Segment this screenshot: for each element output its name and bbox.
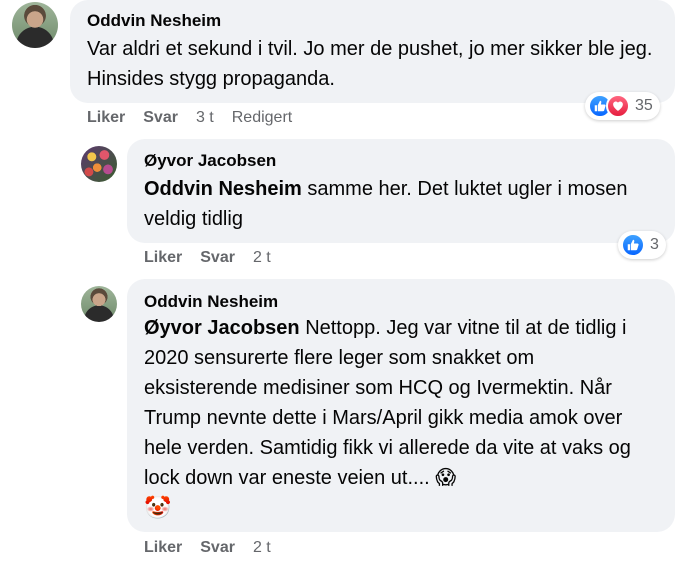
comment-bubble: Oddvin Nesheim Øyvor Jacobsen Nettopp. J… <box>127 279 675 532</box>
comment-actions: Liker Svar 2 t <box>144 249 289 267</box>
reaction-count: 35 <box>635 97 653 114</box>
avatar[interactable] <box>81 146 117 182</box>
love-icon <box>606 94 630 118</box>
comment-text: Øyvor Jacobsen Nettopp. Jeg var vitne ti… <box>144 313 649 493</box>
like-button[interactable]: Liker <box>144 249 182 267</box>
reactions-summary[interactable]: 3 <box>618 231 666 259</box>
reply-button[interactable]: Svar <box>143 109 178 127</box>
comment-author[interactable]: Oddvin Nesheim <box>87 11 221 31</box>
comment-bubble: Øyvor Jacobsen Oddvin Nesheim samme her.… <box>127 139 675 243</box>
clown-face-emoji: 🤡 <box>144 495 172 520</box>
avatar[interactable] <box>81 286 117 322</box>
mention-link[interactable]: Oddvin Nesheim <box>144 178 302 200</box>
comment-text: Var aldri et sekund i tvil. Jo mer de pu… <box>87 38 653 90</box>
mention-link[interactable]: Øyvor Jacobsen <box>144 317 300 339</box>
timestamp[interactable]: 2 t <box>253 539 271 557</box>
like-button[interactable]: Liker <box>87 109 125 127</box>
reply-button[interactable]: Svar <box>200 249 235 267</box>
comment-body: Nettopp. Jeg var vitne til at de tidlig … <box>144 317 631 489</box>
timestamp[interactable]: 3 t <box>196 109 214 127</box>
comment-author[interactable]: Øyvor Jacobsen <box>144 151 276 171</box>
timestamp[interactable]: 2 t <box>253 249 271 267</box>
comment-bubble: Oddvin Nesheim Var aldri et sekund i tvi… <box>70 0 675 103</box>
comment-text: Oddvin Nesheim samme her. Det luktet ugl… <box>144 174 664 234</box>
like-button[interactable]: Liker <box>144 539 182 557</box>
reply-button[interactable]: Svar <box>200 539 235 557</box>
comment-author[interactable]: Oddvin Nesheim <box>144 292 278 312</box>
comment-actions: Liker Svar 2 t <box>144 539 289 557</box>
avatar[interactable] <box>12 2 58 48</box>
edited-label[interactable]: Redigert <box>232 109 292 127</box>
reaction-count: 3 <box>650 236 659 253</box>
like-icon <box>621 233 645 257</box>
comment-actions: Liker Svar 3 t Redigert <box>87 109 310 127</box>
reactions-summary[interactable]: 35 <box>585 92 660 120</box>
